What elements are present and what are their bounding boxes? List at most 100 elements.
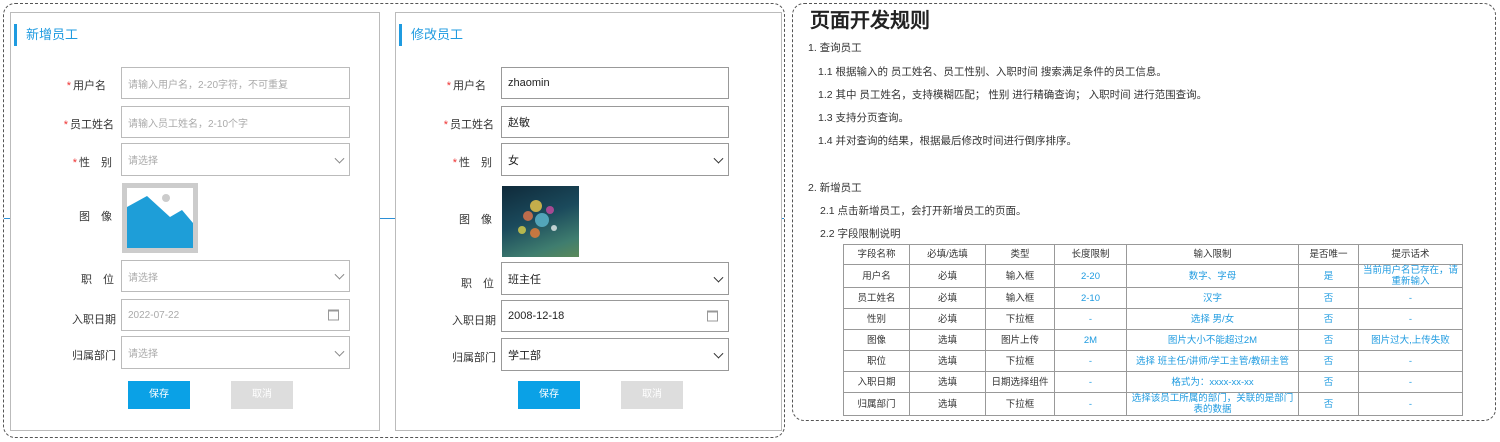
rule-line: 1.2 其中 员工姓名，支持模糊匹配； 性别 进行精确查询； 入职时间 进行范围… (818, 89, 1208, 101)
username-label: * 用户名 (446, 80, 486, 92)
table-cell: 选填 (909, 350, 986, 372)
name-label: * 员工姓名 (63, 119, 114, 131)
table-cell: 否 (1298, 287, 1359, 309)
entry-date-label: 入职日期 (72, 314, 116, 326)
position-label: 职 位 (461, 278, 494, 290)
table-cell: 2-10 (1054, 287, 1127, 309)
gender-select[interactable]: 女 (501, 143, 729, 176)
dept-select[interactable]: 学工部 (501, 338, 729, 371)
table-cell: 是 (1298, 264, 1359, 288)
rule-line: 1. 查询员工 (808, 42, 862, 54)
image-upload[interactable] (122, 183, 198, 253)
chevron-down-icon (334, 153, 345, 164)
table-cell: 必填 (909, 287, 986, 309)
table-cell: 图像 (843, 329, 910, 351)
table-row: 员工姓名 必填 输入框 2-10 汉字 否 - (843, 287, 1463, 309)
position-select[interactable]: 请选择 (121, 260, 350, 292)
table-cell: 选填 (909, 392, 986, 416)
table-cell: - (1054, 371, 1127, 393)
entry-date-picker[interactable]: 2008-12-18 (501, 300, 729, 332)
table-cell: 2-20 (1054, 264, 1127, 288)
table-row: 归属部门 选填 下拉框 - 选择该员工所属的部门，关联的是部门表的数据 否 - (843, 392, 1463, 416)
cancel-button[interactable]: 取消 (621, 381, 683, 409)
cancel-button[interactable]: 取消 (231, 381, 293, 409)
table-cell: 否 (1298, 350, 1359, 372)
save-button[interactable]: 保存 (128, 381, 190, 409)
dept-select[interactable]: 请选择 (121, 336, 350, 369)
table-cell: 图片大小不能超过2M (1126, 329, 1299, 351)
table-cell: - (1358, 392, 1463, 416)
rule-line: 2. 新增员工 (808, 182, 862, 194)
dept-label: 归属部门 (452, 352, 496, 364)
name-input[interactable]: 请输入员工姓名，2-10个字 (121, 106, 350, 138)
name-label: * 员工姓名 (443, 119, 494, 131)
panel-title: 修改员工 (399, 24, 463, 46)
table-row: 性别 必填 下拉框 - 选择 男/女 否 - (843, 308, 1463, 330)
table-cell: 归属部门 (843, 392, 910, 416)
table-cell: 必填 (909, 264, 986, 288)
entry-date-picker[interactable]: 2022-07-22 (121, 299, 350, 331)
table-cell: 性别 (843, 308, 910, 330)
table-cell: 否 (1298, 392, 1359, 416)
rule-line: 1.4 并对查询的结果，根据最后修改时间进行倒序排序。 (818, 135, 1078, 147)
table-cell: - (1358, 350, 1463, 372)
table-cell: 输入框 (985, 287, 1055, 309)
table-cell: 格式为：xxxx-xx-xx (1126, 371, 1299, 393)
balloons-photo-icon (518, 200, 557, 238)
table-cell: 否 (1298, 329, 1359, 351)
table-cell: 选填 (909, 329, 986, 351)
chevron-down-icon (713, 272, 724, 283)
table-row: 用户名 必填 输入框 2-20 数字、字母 是 当前用户名已存在，请重新输入 (843, 264, 1463, 288)
table-cell: - (1358, 308, 1463, 330)
table-cell: - (1054, 308, 1127, 330)
column-header: 输入限制 (1126, 244, 1299, 265)
gender-select[interactable]: 请选择 (121, 143, 350, 176)
table-cell: 数字、字母 (1126, 264, 1299, 288)
employee-photo[interactable] (502, 186, 579, 257)
gender-label: * 性 别 (72, 157, 112, 169)
table-cell: - (1358, 371, 1463, 393)
table-row: 入职日期 选填 日期选择组件 - 格式为：xxxx-xx-xx 否 - (843, 371, 1463, 393)
table-row: 职位 选填 下拉框 - 选择 班主任/讲师/学工主管/教研主管 否 - (843, 350, 1463, 372)
column-header: 是否唯一 (1298, 244, 1359, 265)
table-cell: 选择 班主任/讲师/学工主管/教研主管 (1126, 350, 1299, 372)
table-cell: 图片过大,上传失败 (1358, 329, 1463, 351)
username-label: * 用户名 (66, 80, 106, 92)
table-cell: 输入框 (985, 264, 1055, 288)
calendar-icon (707, 310, 718, 322)
field-rules-table: 字段名称 必填/选填 类型 长度限制 输入限制 是否唯一 提示话术 用户名 必填… (843, 244, 1463, 416)
username-input[interactable]: 请输入用户名，2-20字符，不可重复 (121, 67, 350, 99)
save-button[interactable]: 保存 (518, 381, 580, 409)
image-label: 图 像 (459, 214, 492, 226)
table-cell: 员工姓名 (843, 287, 910, 309)
column-header: 长度限制 (1054, 244, 1127, 265)
username-input[interactable]: zhaomin (501, 67, 729, 99)
gender-label: * 性 别 (452, 157, 492, 169)
rule-line: 2.2 字段限制说明 (820, 228, 901, 240)
position-select[interactable]: 班主任 (501, 262, 729, 295)
table-header-row: 字段名称 必填/选填 类型 长度限制 输入限制 是否唯一 提示话术 (843, 244, 1463, 265)
table-cell: 否 (1298, 308, 1359, 330)
table-cell: 入职日期 (843, 371, 910, 393)
table-cell: - (1054, 350, 1127, 372)
table-cell: 用户名 (843, 264, 910, 288)
table-cell: 下拉框 (985, 392, 1055, 416)
table-cell: 选填 (909, 371, 986, 393)
calendar-icon (328, 309, 339, 321)
table-cell: 选择该员工所属的部门，关联的是部门表的数据 (1126, 392, 1299, 416)
chevron-down-icon (713, 153, 724, 164)
column-header: 必填/选填 (909, 244, 986, 265)
dept-label: 归属部门 (72, 350, 116, 362)
chevron-down-icon (334, 346, 345, 357)
chevron-down-icon (713, 348, 724, 359)
table-cell: 2M (1054, 329, 1127, 351)
table-cell: 否 (1298, 371, 1359, 393)
table-cell: 图片上传 (985, 329, 1055, 351)
table-row: 图像 选填 图片上传 2M 图片大小不能超过2M 否 图片过大,上传失败 (843, 329, 1463, 351)
name-input[interactable]: 赵敏 (501, 106, 729, 138)
column-header: 提示话术 (1358, 244, 1463, 265)
chevron-down-icon (334, 269, 345, 280)
table-cell: - (1358, 287, 1463, 309)
column-header: 类型 (985, 244, 1055, 265)
rules-title: 页面开发规则 (810, 10, 930, 32)
